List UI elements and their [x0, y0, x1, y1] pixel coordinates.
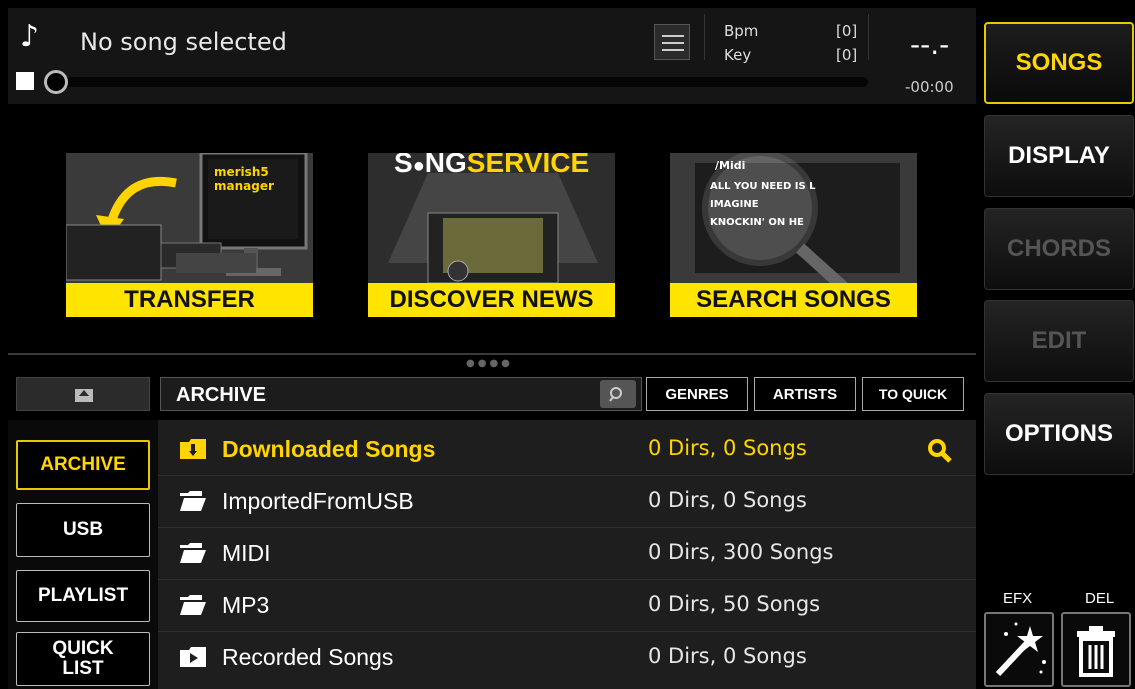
lyrics-list-button[interactable] [654, 24, 690, 60]
song-service-banner[interactable]: S●NGSERVICE DISCOVER NEWS [368, 153, 615, 317]
source-archive[interactable]: ARCHIVE [16, 440, 150, 490]
search-icon [609, 387, 622, 402]
seek-bar[interactable] [48, 77, 868, 87]
bpm-label: Bpm [724, 22, 759, 40]
songs-button[interactable]: SONGS [984, 22, 1134, 104]
list-item[interactable]: MP3 0 Dirs, 50 Songs [158, 581, 976, 632]
search-songs-banner[interactable]: /Midi ALL YOU NEED IS L IMAGINE KNOCKIN'… [670, 153, 917, 317]
sample-song: IMAGINE [710, 199, 759, 210]
sample-song: ALL YOU NEED IS L [710, 181, 816, 192]
bpm-value: [0] [836, 22, 858, 40]
item-info: 0 Dirs, 0 Songs [648, 436, 807, 460]
options-button[interactable]: OPTIONS [984, 393, 1134, 475]
item-info: 0 Dirs, 300 Songs [648, 540, 834, 564]
magic-wand-icon [995, 622, 1046, 677]
folder-label: /Midi [715, 159, 746, 172]
player-bar [8, 8, 976, 104]
download-folder-icon [180, 439, 206, 459]
time-display: --.- [910, 28, 950, 61]
manager-logo: merish5 manager [214, 165, 274, 193]
item-name: Recorded Songs [222, 644, 394, 670]
efx-label: EFX [1003, 590, 1033, 607]
list-item[interactable]: MIDI 0 Dirs, 300 Songs [158, 529, 976, 580]
item-name: MIDI [222, 540, 271, 566]
play-folder-icon [180, 647, 206, 667]
key-label: Key [724, 46, 752, 64]
key-value: [0] [836, 46, 858, 64]
banner-caption: SEARCH SONGS [670, 283, 917, 317]
transfer-banner[interactable]: merish5 manager TRANSFER [66, 153, 313, 317]
banner-caption: TRANSFER [66, 283, 313, 317]
edit-button[interactable]: EDIT [984, 300, 1134, 382]
divider [704, 14, 705, 60]
list-item[interactable]: Recorded Songs 0 Dirs, 0 Songs [158, 633, 976, 684]
seek-handle[interactable] [44, 70, 68, 94]
song-service-logo: S●NGSERVICE [394, 153, 590, 178]
divider [868, 14, 869, 60]
item-info: 0 Dirs, 0 Songs [648, 488, 807, 512]
efx-button[interactable] [984, 612, 1054, 687]
list-item[interactable]: ImportedFromUSB 0 Dirs, 0 Songs [158, 477, 976, 528]
del-label: DEL [1085, 590, 1115, 607]
item-name: MP3 [222, 592, 270, 618]
song-title: No song selected [80, 28, 287, 56]
search-icon[interactable] [926, 437, 954, 465]
item-name: Downloaded Songs [222, 436, 436, 462]
item-name: ImportedFromUSB [222, 488, 414, 514]
browser-divider [8, 353, 976, 355]
source-quick-list[interactable]: QUICK LIST [16, 632, 150, 686]
source-usb[interactable]: USB [16, 503, 150, 557]
open-folder-icon [180, 595, 206, 615]
sample-song: KNOCKIN' ON HE [710, 217, 804, 228]
time-remaining: -00:00 [905, 78, 954, 96]
chords-button[interactable]: CHORDS [984, 208, 1134, 290]
trash-icon [1077, 626, 1115, 677]
to-quick-button[interactable]: TO QUICK [862, 377, 964, 411]
banner-caption: DISCOVER NEWS [368, 283, 615, 317]
item-info: 0 Dirs, 50 Songs [648, 592, 821, 616]
pager-dots: ●●●● [466, 358, 513, 369]
folder-up-icon [75, 389, 93, 402]
genres-button[interactable]: GENRES [646, 377, 748, 411]
stop-button[interactable] [16, 72, 34, 90]
source-playlist[interactable]: PLAYLIST [16, 570, 150, 622]
delete-button[interactable] [1061, 612, 1131, 687]
folder-search-button[interactable] [600, 380, 636, 408]
open-folder-icon [180, 543, 206, 563]
open-folder-icon [180, 491, 206, 511]
list-item[interactable]: Downloaded Songs 0 Dirs, 0 Songs [158, 425, 976, 476]
music-note-icon: ♪ [20, 19, 40, 54]
item-info: 0 Dirs, 0 Songs [648, 644, 807, 668]
artists-button[interactable]: ARTISTS [754, 377, 856, 411]
up-folder-button[interactable] [16, 377, 150, 411]
display-button[interactable]: DISPLAY [984, 115, 1134, 197]
current-path: ARCHIVE [176, 384, 267, 406]
